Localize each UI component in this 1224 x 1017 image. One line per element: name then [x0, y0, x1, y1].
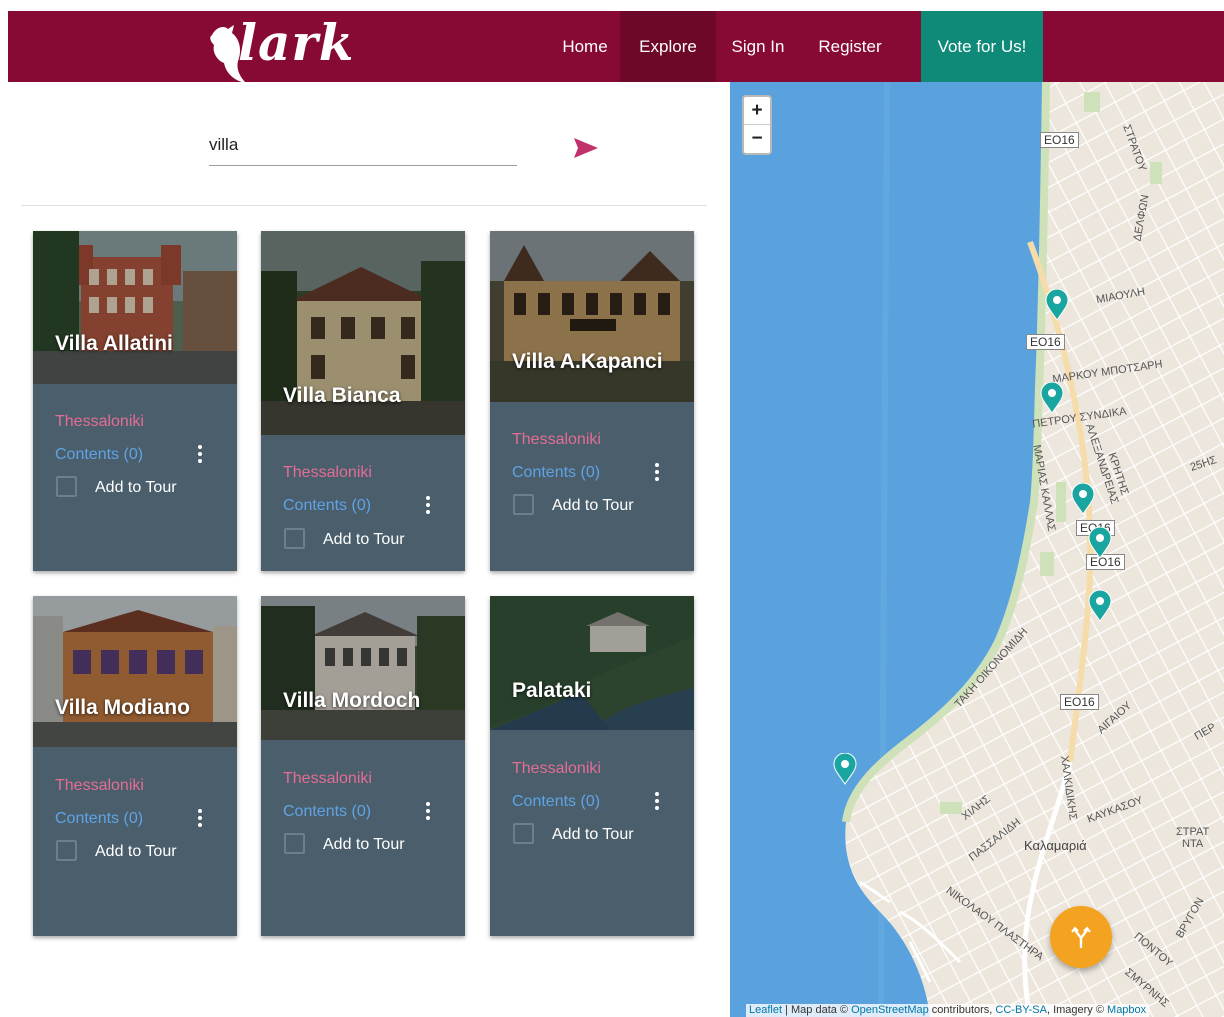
add-to-tour-label: Add to Tour — [552, 826, 634, 843]
card-title: Villa Allatini — [55, 332, 173, 355]
map-label: ΕΟ16 — [1026, 334, 1065, 350]
card-title: Palataki — [512, 679, 592, 702]
map-marker-icon — [833, 752, 857, 785]
place-card-villa-mordoch[interactable]: Villa Mordoch Thessaloniki Contents (0) … — [261, 596, 465, 936]
card-contents-link[interactable]: Contents (0) — [512, 793, 600, 811]
map-label: ΣΤΡΑΤ — [1176, 826, 1210, 838]
map-marker-icon — [1088, 589, 1112, 622]
nav-home[interactable]: Home — [548, 11, 622, 82]
route-fab-button[interactable] — [1050, 906, 1112, 968]
nav-sign-in[interactable]: Sign In — [720, 11, 796, 82]
map-marker[interactable] — [1045, 288, 1069, 321]
add-to-tour-label: Add to Tour — [323, 531, 405, 548]
map-label: Καλαμαριά — [1024, 838, 1087, 853]
card-city: Thessaloniki — [283, 464, 372, 481]
map-marker[interactable] — [1088, 589, 1112, 622]
map-marker-icon — [1045, 288, 1069, 321]
card-menu-button[interactable] — [193, 807, 205, 829]
map-marker-icon — [1040, 381, 1064, 414]
osm-link[interactable]: OpenStreetMap — [851, 1004, 929, 1016]
card-city: Thessaloniki — [512, 431, 601, 448]
attribution-text: contributors, — [928, 1004, 996, 1016]
zoom-out-button[interactable]: − — [744, 125, 770, 153]
send-icon — [574, 138, 598, 158]
page: lark Home Explore Sign In Register Vote … — [0, 0, 1224, 1017]
map-zoom-control: + − — [742, 95, 772, 155]
map-marker-icon — [1071, 482, 1095, 515]
attribution-text: | Map data © — [782, 1004, 852, 1016]
card-menu-button[interactable] — [421, 800, 433, 822]
card-menu-button[interactable] — [421, 494, 433, 516]
add-to-tour-checkbox[interactable] — [56, 476, 77, 497]
card-contents-link[interactable]: Contents (0) — [283, 497, 371, 515]
place-card-palataki[interactable]: Palataki Thessaloniki Contents (0) Add t… — [490, 596, 694, 936]
card-menu-button[interactable] — [650, 461, 662, 483]
card-image — [490, 231, 694, 402]
add-to-tour-label: Add to Tour — [552, 497, 634, 514]
card-city: Thessaloniki — [55, 777, 144, 794]
card-menu-button[interactable] — [650, 790, 662, 812]
license-link[interactable]: CC-BY-SA — [995, 1004, 1047, 1016]
map[interactable]: ΕΟ16 ΕΟ16 ΕΟ16 ΕΟ16 ΕΟ16 ΜΙΑΟΥΛΗ ΜΑΡΚΟΥ … — [730, 82, 1224, 1017]
map-attribution: Leaflet | Map data © OpenStreetMap contr… — [746, 1004, 1150, 1017]
card-image — [33, 231, 237, 384]
add-to-tour-checkbox[interactable] — [513, 494, 534, 515]
add-to-tour-checkbox[interactable] — [513, 823, 534, 844]
add-to-tour-label: Add to Tour — [95, 843, 177, 860]
leaflet-link[interactable]: Leaflet — [749, 1004, 782, 1016]
map-label: ΕΟ16 — [1040, 132, 1079, 148]
card-contents-link[interactable]: Contents (0) — [55, 810, 143, 828]
add-to-tour-label: Add to Tour — [323, 836, 405, 853]
map-marker[interactable] — [1040, 381, 1064, 414]
card-city: Thessaloniki — [512, 760, 601, 777]
card-title: Villa Bianca — [283, 384, 401, 407]
card-image — [33, 596, 237, 747]
map-marker[interactable] — [833, 752, 857, 785]
card-city: Thessaloniki — [55, 413, 144, 430]
map-marker[interactable] — [1088, 526, 1112, 559]
card-title: Villa A.Kapanci — [512, 350, 663, 373]
card-contents-link[interactable]: Contents (0) — [512, 464, 600, 482]
card-contents-link[interactable]: Contents (0) — [55, 446, 143, 464]
card-image — [261, 596, 465, 740]
card-title: Villa Mordoch — [283, 689, 421, 712]
place-card-villa-allatini[interactable]: Villa Allatini Thessaloniki Contents (0)… — [33, 231, 237, 571]
navbar: lark Home Explore Sign In Register Vote … — [8, 11, 1224, 83]
map-label: ΝΤΑ — [1182, 838, 1204, 850]
place-card-villa-bianca[interactable]: Villa Bianca Thessaloniki Contents (0) A… — [261, 231, 465, 571]
place-card-villa-modiano[interactable]: Villa Modiano Thessaloniki Contents (0) … — [33, 596, 237, 936]
nav-explore[interactable]: Explore — [620, 11, 716, 82]
logo[interactable]: lark — [204, 13, 353, 91]
map-tiles — [730, 82, 1224, 1017]
card-image — [490, 596, 694, 730]
zoom-in-button[interactable]: + — [744, 97, 770, 125]
card-title: Villa Modiano — [55, 696, 190, 719]
search-send-button[interactable] — [572, 136, 600, 160]
place-card-villa-kapanci[interactable]: Villa A.Kapanci Thessaloniki Contents (0… — [490, 231, 694, 571]
card-contents-link[interactable]: Contents (0) — [283, 803, 371, 821]
search-input[interactable] — [209, 124, 517, 166]
map-marker-icon — [1088, 526, 1112, 559]
logo-text: lark — [238, 13, 355, 72]
add-to-tour-checkbox[interactable] — [284, 833, 305, 854]
add-to-tour-label: Add to Tour — [95, 479, 177, 496]
card-menu-button[interactable] — [193, 443, 205, 465]
map-marker[interactable] — [1071, 482, 1095, 515]
map-label: ΕΟ16 — [1060, 694, 1099, 710]
nav-register[interactable]: Register — [802, 11, 898, 82]
add-to-tour-checkbox[interactable] — [284, 528, 305, 549]
search-divider — [21, 205, 707, 206]
split-route-icon — [1071, 926, 1091, 949]
nav-vote-button[interactable]: Vote for Us! — [921, 11, 1043, 82]
card-city: Thessaloniki — [283, 770, 372, 787]
mapbox-link[interactable]: Mapbox — [1107, 1004, 1146, 1016]
attribution-text: , Imagery © — [1046, 1004, 1108, 1016]
add-to-tour-checkbox[interactable] — [56, 840, 77, 861]
